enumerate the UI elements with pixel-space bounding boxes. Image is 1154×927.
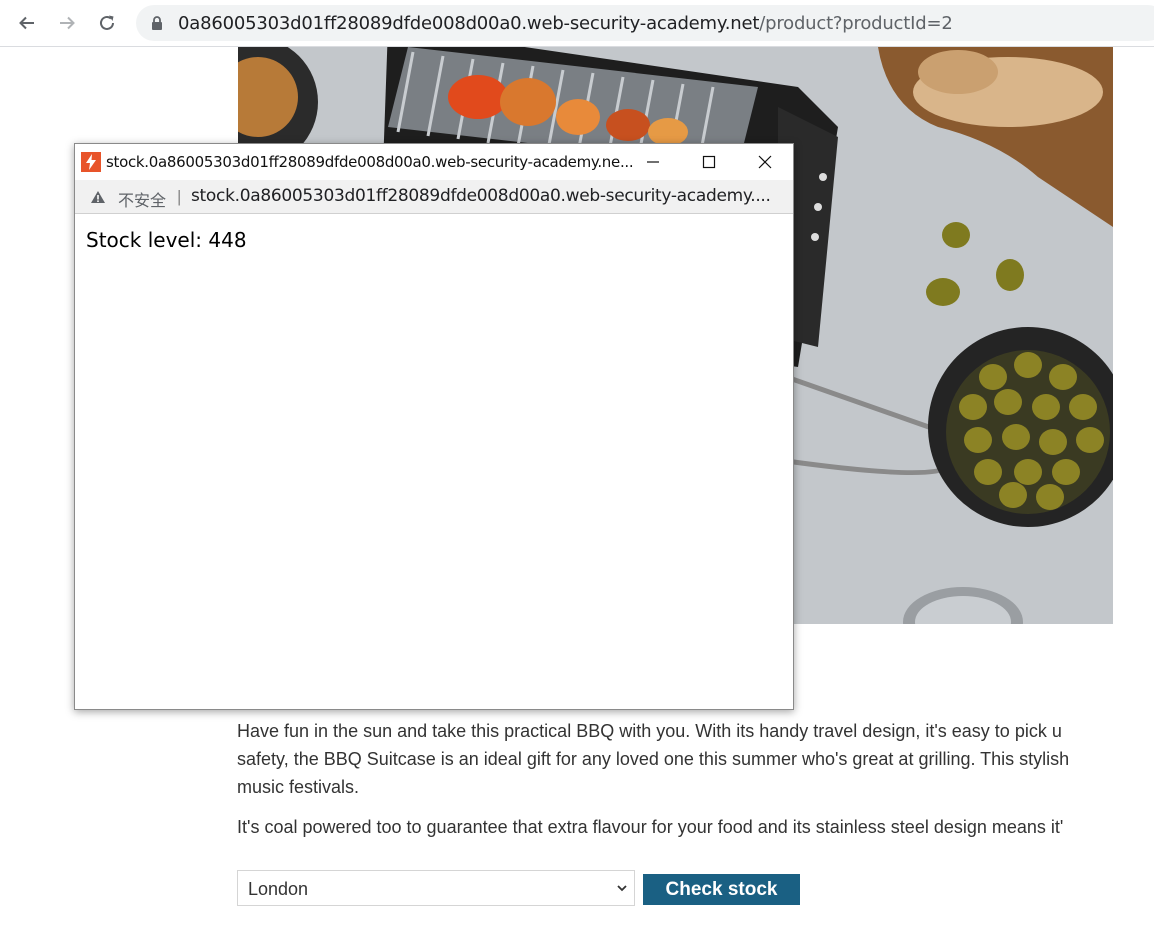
favicon-icon — [81, 152, 101, 172]
chevron-down-icon — [617, 885, 627, 892]
url-host: 0a86005303d01ff28089dfde008d00a0.web-sec… — [178, 13, 760, 34]
stock-popup-window: stock.0a86005303d01ff28089dfde008d00a0.w… — [74, 143, 794, 710]
warning-icon — [91, 191, 105, 203]
close-icon — [758, 155, 772, 169]
stock-level-text: Stock level: 448 — [86, 228, 247, 252]
minimize-button[interactable] — [625, 144, 681, 180]
lock-icon — [152, 16, 162, 30]
description-paragraph-1: Have fun in the sun and take this practi… — [237, 717, 1154, 801]
close-button[interactable] — [737, 144, 793, 180]
maximize-icon — [702, 155, 716, 169]
address-separator: | — [177, 187, 182, 206]
popup-address-bar[interactable]: 不安全 | stock.0a86005303d01ff28089dfde008d… — [75, 180, 793, 214]
address-bar[interactable]: 0a86005303d01ff28089dfde008d00a0.web-sec… — [136, 5, 1154, 41]
back-button[interactable] — [12, 8, 42, 38]
insecure-label: 不安全 — [118, 193, 167, 210]
store-select-value: London — [248, 879, 309, 899]
popup-titlebar[interactable]: stock.0a86005303d01ff28089dfde008d00a0.w… — [75, 144, 793, 180]
arrow-left-icon — [19, 16, 34, 30]
reload-button[interactable] — [92, 8, 122, 38]
arrow-right-icon — [60, 16, 75, 30]
description-line-3: music festivals. — [237, 777, 360, 797]
url-path: /product?productId=2 — [759, 13, 953, 34]
url-text: 0a86005303d01ff28089dfde008d00a0.web-sec… — [178, 13, 953, 34]
description-paragraph-2: It's coal powered too to guarantee that … — [237, 817, 1064, 837]
product-description: Have fun in the sun and take this practi… — [237, 717, 1154, 841]
reload-icon — [100, 15, 114, 30]
check-stock-button[interactable]: Check stock — [643, 874, 800, 905]
maximize-button[interactable] — [681, 144, 737, 180]
popup-url-text: stock.0a86005303d01ff28089dfde008d00a0.w… — [191, 186, 771, 206]
popup-title: stock.0a86005303d01ff28089dfde008d00a0.w… — [106, 153, 634, 171]
popup-content: Stock level: 448 — [75, 214, 793, 709]
store-select[interactable]: London — [237, 870, 635, 906]
minimize-icon — [647, 161, 659, 163]
description-line-2: safety, the BBQ Suitcase is an ideal gif… — [237, 749, 1070, 769]
forward-button[interactable] — [52, 8, 82, 38]
description-line-1: Have fun in the sun and take this practi… — [237, 721, 1062, 741]
browser-toolbar: 0a86005303d01ff28089dfde008d00a0.web-sec… — [0, 0, 1154, 47]
